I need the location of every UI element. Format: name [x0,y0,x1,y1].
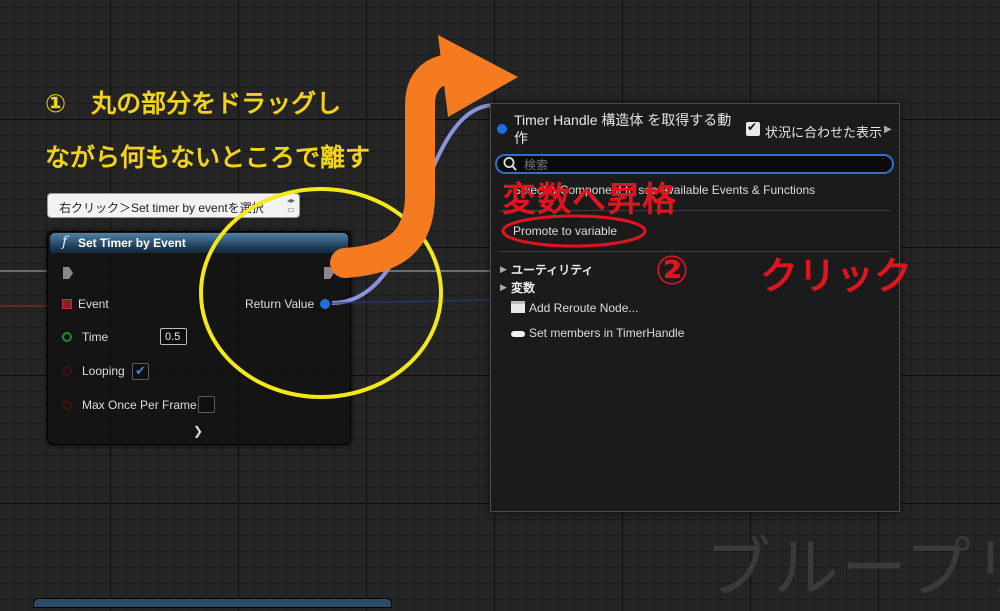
step1-instruction-line1: ① 丸の部分をドラッグし [45,89,342,118]
context-action-menu[interactable]: Timer Handle 構造体 を取得する動作 状況に合わせた表示 ▶ Sel… [490,103,900,512]
set-members-icon [511,331,525,337]
time-pin-label: Time [82,330,109,344]
partial-node-bottom[interactable] [33,598,392,608]
looping-checkbox[interactable] [132,363,149,380]
time-value-input[interactable]: 0.5 [160,328,187,345]
exec-input-pin[interactable] [63,267,73,279]
drag-direction-arrow [330,35,518,278]
context-sensitive-checkbox[interactable] [746,120,760,136]
search-box[interactable] [495,154,894,174]
event-pin-label: Event [78,297,109,311]
step2-number: ② [655,248,689,294]
max-once-pin[interactable] [62,400,72,410]
time-pin[interactable] [62,332,72,342]
exec-wire-left [0,270,47,272]
menu-title: Timer Handle 構造体 を取得する動作 [514,112,732,146]
looping-pin[interactable] [62,366,72,376]
watermark-text: ブループリ [705,530,1000,607]
step2-instruction: クリック [760,254,913,298]
function-icon: f [62,234,68,250]
node-title: Set Timer by Event [78,236,186,250]
chevron-down-icon[interactable]: ❯ [193,424,203,438]
context-sensitive-label[interactable]: 状況に合わせた表示 [765,122,882,141]
reroute-node-icon [511,301,525,313]
search-input[interactable] [524,158,864,172]
max-once-pin-label: Max Once Per Frame [82,398,197,412]
set-members-item[interactable]: Set members in TimerHandle [529,326,684,340]
looping-pin-label: Looping [82,364,125,378]
caret-right-icon[interactable]: ▶ [884,124,892,135]
event-pin[interactable] [62,299,72,309]
add-reroute-node-item[interactable]: Add Reroute Node... [529,301,638,315]
data-wire-left [0,305,47,307]
